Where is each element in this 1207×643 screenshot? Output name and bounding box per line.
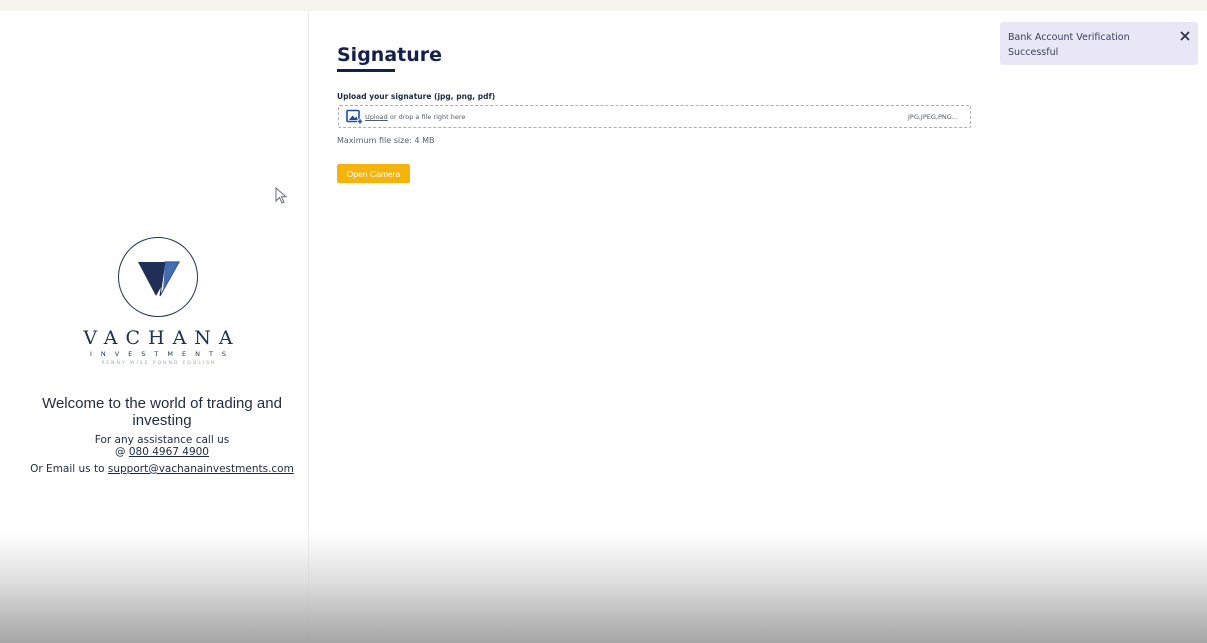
welcome-block: Welcome to the world of trading and inve… [7,395,317,475]
brand-tagline: PENNY WISE POUND FOOLISH [101,361,217,366]
email-link[interactable]: support@vachanainvestments.com [108,463,294,475]
open-camera-button[interactable]: Open Camera [337,164,410,183]
phone-link[interactable]: 080 4967 4900 [129,446,209,458]
main-content: Signature Upload your signature (jpg, pn… [310,11,1207,643]
notification-toast: Bank Account Verification Successful [1000,22,1198,65]
email-prefix: Or Email us to [30,463,105,475]
image-upload-icon [346,109,363,125]
upload-label: Upload your signature (jpg, png, pdf) [337,92,496,101]
logo-v-icon [138,261,180,297]
assistance-text: For any assistance call us [94,434,230,446]
welcome-heading: Welcome to the world of trading and inve… [42,395,282,429]
top-strip [0,0,1207,11]
phone-prefix: @ [114,446,126,458]
brand-name: VACHANA [83,327,241,349]
file-dropzone[interactable]: Upload or drop a file right here JPG,JPE… [338,105,971,128]
upload-link[interactable]: Upload [365,113,388,121]
logo-emblem [118,237,198,317]
phone-line: @ 080 4967 4900 [7,446,317,458]
page-title: Signature [337,44,443,66]
accepted-formats: JPG,JPEG,PNG... [907,113,958,121]
upload-hint: or drop a file right here [389,113,466,121]
email-line: Or Email us to support@vachanainvestment… [7,463,317,475]
title-underline [337,69,395,72]
sidebar: VACHANA INVESTMENTS PENNY WISE POUND FOO… [7,11,309,643]
mouse-cursor-icon [275,187,288,204]
upload-instructions: Upload or drop a file right here [365,113,465,121]
max-file-size: Maximum file size: 4 MB [337,136,435,145]
brand-subtitle: INVESTMENTS [89,350,236,358]
toast-message: Bank Account Verification Successful [1008,32,1130,58]
close-icon[interactable] [1178,29,1192,43]
brand-logo: VACHANA INVESTMENTS PENNY WISE POUND FOO… [7,237,309,366]
